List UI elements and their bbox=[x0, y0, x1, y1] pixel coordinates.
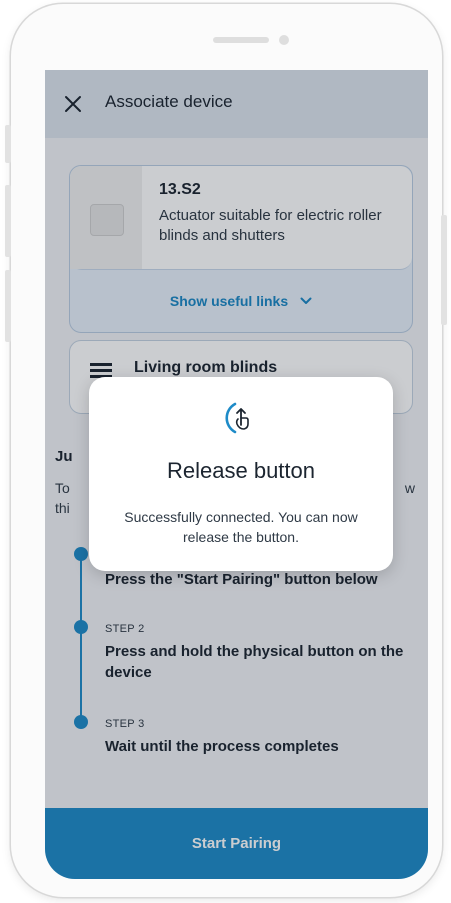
volume-down-button bbox=[5, 270, 11, 342]
power-button bbox=[441, 215, 447, 325]
front-camera bbox=[279, 35, 289, 45]
speaker-grille bbox=[213, 37, 269, 43]
release-button-dialog: Release button Successfully connected. Y… bbox=[89, 377, 393, 571]
release-touch-icon bbox=[225, 402, 249, 434]
dialog-title: Release button bbox=[167, 458, 315, 483]
phone-frame: Associate device 13.S2 Actuator suitable… bbox=[11, 4, 442, 897]
screen: Associate device 13.S2 Actuator suitable… bbox=[45, 70, 428, 879]
mute-switch bbox=[5, 125, 11, 163]
volume-up-button bbox=[5, 185, 11, 257]
dialog-message: Successfully connected. You can now rele… bbox=[124, 509, 358, 545]
